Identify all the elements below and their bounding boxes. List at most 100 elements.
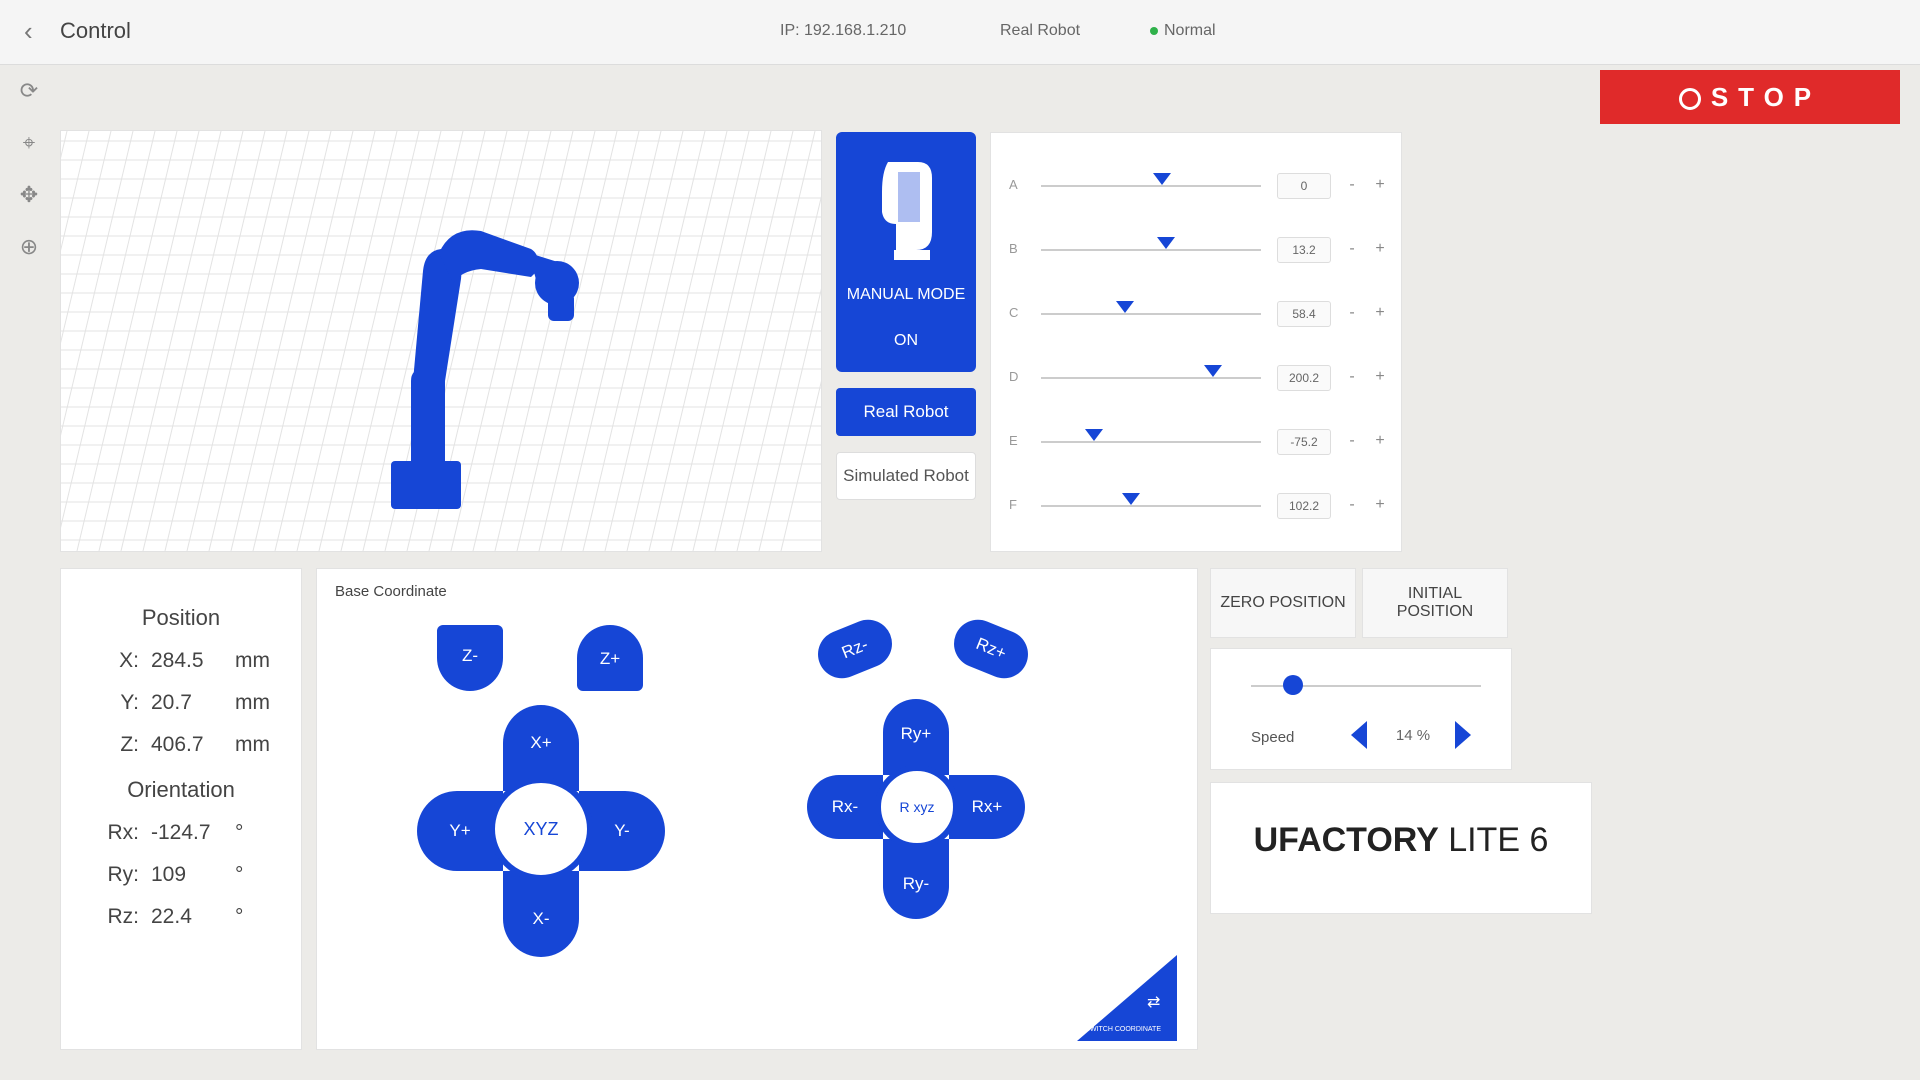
z-minus-button[interactable]: Z-: [437, 625, 503, 691]
joint-increment-button[interactable]: +: [1369, 365, 1391, 389]
stop-button[interactable]: STOP: [1600, 70, 1900, 124]
speed-slider-knob[interactable]: [1283, 675, 1304, 695]
location-pin-icon[interactable]: ⌖: [14, 128, 44, 158]
joint-decrement-button[interactable]: -: [1341, 237, 1363, 261]
move-arrows-icon[interactable]: ✥: [14, 180, 44, 210]
joint-increment-button[interactable]: +: [1369, 301, 1391, 325]
page-title: Control: [60, 18, 131, 43]
rx-label: Rx:: [107, 821, 140, 844]
z-value: 406.7: [151, 733, 204, 756]
orientation-title: Orientation: [127, 777, 235, 802]
brand-logo: UFACTORY LITE 6: [1211, 821, 1591, 860]
z-plus-button[interactable]: Z+: [577, 625, 643, 691]
status-dot-icon: [1150, 26, 1158, 35]
grid-line: [626, 131, 728, 551]
stop-icon: [1678, 88, 1701, 111]
grid-line: [648, 131, 750, 551]
joint-slider[interactable]: [1041, 301, 1261, 315]
joint-increment-button[interactable]: +: [1369, 429, 1391, 453]
joint-slider-thumb[interactable]: [1122, 493, 1141, 505]
orientation-rx-row: Rx: -124.7 °: [85, 821, 295, 857]
joint-slider[interactable]: [1041, 237, 1261, 251]
simulated-robot-button[interactable]: Simulated Robot: [836, 452, 976, 500]
joint-slider-thumb[interactable]: [1153, 173, 1171, 185]
rxyz-center-button[interactable]: R xyz: [875, 765, 959, 849]
view-toolbar: ⟳ ⌖ ✥ ⊕: [14, 76, 54, 284]
stop-label: STOP: [1710, 82, 1822, 112]
rz-plus-button[interactable]: Rz+: [946, 612, 1036, 686]
joint-decrement-button[interactable]: -: [1341, 301, 1363, 325]
rz-minus-button[interactable]: Rz-: [810, 612, 900, 686]
ry-value: 109: [151, 863, 187, 886]
chevron-left-icon[interactable]: ‹: [24, 16, 33, 47]
grid-line: [164, 131, 266, 551]
joint-sliders-panel: A 0- + B 13.2- + C 58.4- + D 200.2- + E -75.2- + F 102.2…: [990, 132, 1402, 552]
joint-label: C: [1009, 305, 1019, 320]
joint-decrement-button[interactable]: -: [1341, 429, 1363, 453]
robot-3d-view[interactable]: [60, 130, 822, 552]
speed-decrease-icon[interactable]: [1351, 721, 1367, 749]
z-label: Z:: [120, 733, 139, 756]
grid-line: [61, 131, 68, 159]
joint-row: D 200.2- +: [991, 353, 1401, 403]
grid-line: [582, 131, 684, 551]
joint-slider-thumb[interactable]: [1084, 429, 1103, 441]
speed-increase-icon[interactable]: [1455, 721, 1471, 749]
switch-coordinate-label: SWITCH COORDINATE: [1085, 1026, 1161, 1033]
joint-slider[interactable]: [1041, 173, 1261, 187]
zero-position-button[interactable]: ZERO POSITION: [1210, 568, 1356, 638]
grid-line: [61, 131, 134, 436]
joint-value[interactable]: 13.2: [1277, 237, 1331, 263]
joint-slider-thumb[interactable]: [1157, 237, 1176, 249]
joint-value[interactable]: 0: [1277, 173, 1331, 199]
joint-value[interactable]: 200.2: [1277, 365, 1331, 391]
initial-position-button[interactable]: INITIAL POSITION: [1362, 568, 1508, 638]
rx-value: -124.7: [151, 821, 211, 844]
real-robot-button[interactable]: Real Robot: [836, 388, 976, 436]
y-unit: mm: [235, 691, 270, 714]
joint-increment-button[interactable]: +: [1369, 173, 1391, 197]
grid-line: [670, 131, 772, 551]
grid-line: [98, 131, 200, 551]
jog-panel: Base Coordinate Z- Z+ X+ X- Y+ Y- XYZ Rz…: [316, 568, 1198, 1050]
grid-line: [120, 131, 222, 551]
joint-increment-button[interactable]: +: [1369, 237, 1391, 261]
grid-line: [252, 131, 354, 551]
joint-slider[interactable]: [1041, 493, 1261, 507]
joint-row: F 102.2- +: [991, 481, 1401, 531]
joint-label: F: [1009, 497, 1017, 512]
joint-decrement-button[interactable]: -: [1341, 493, 1363, 517]
ry-plus-button[interactable]: Ry+: [883, 699, 949, 775]
joint-slider-thumb[interactable]: [1115, 301, 1134, 313]
manual-mode-card[interactable]: MANUAL MODE ON: [836, 132, 976, 372]
rx-plus-button[interactable]: Rx+: [949, 775, 1025, 839]
grid-line: [604, 131, 706, 551]
joint-slider[interactable]: [1041, 429, 1261, 443]
rx-minus-button[interactable]: Rx-: [807, 775, 883, 839]
brand-model: LITE 6: [1438, 821, 1549, 859]
joint-value[interactable]: 102.2: [1277, 493, 1331, 519]
joint-decrement-button[interactable]: -: [1341, 365, 1363, 389]
manual-mode-state: ON: [894, 332, 918, 349]
swap-arrows-icon: ⇄: [1147, 992, 1160, 1011]
xyz-center-button[interactable]: XYZ: [489, 777, 593, 881]
top-bar: ‹ Control IP: 192.168.1.210 Real Robot N…: [0, 0, 1920, 65]
joint-increment-button[interactable]: +: [1369, 493, 1391, 517]
orientation-ry-row: Ry: 109 °: [85, 863, 295, 899]
position-z-row: Z: 406.7 mm: [85, 733, 295, 769]
ry-minus-button[interactable]: Ry-: [883, 839, 949, 919]
target-icon[interactable]: ⊕: [14, 232, 44, 262]
joint-slider-thumb[interactable]: [1203, 365, 1222, 377]
rotate-icon[interactable]: ⟳: [14, 76, 44, 106]
joint-value[interactable]: 58.4: [1277, 301, 1331, 327]
switch-coordinate-button[interactable]: ⇄ SWITCH COORDINATE: [1077, 955, 1177, 1041]
grid-line: [296, 131, 398, 551]
speed-value: 14 %: [1395, 727, 1431, 744]
joint-slider[interactable]: [1041, 365, 1261, 379]
brand-panel: UFACTORY LITE 6: [1210, 782, 1592, 914]
x-minus-button[interactable]: X-: [503, 871, 579, 957]
rx-unit: °: [235, 821, 244, 844]
grid-line: [736, 196, 821, 551]
joint-value[interactable]: -75.2: [1277, 429, 1331, 455]
joint-decrement-button[interactable]: -: [1341, 173, 1363, 197]
